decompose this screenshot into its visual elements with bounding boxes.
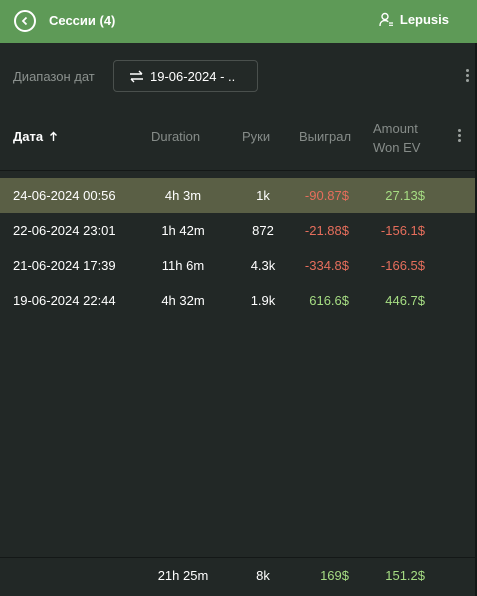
- cell-won: -90.87$: [304, 188, 349, 203]
- cell-hands: 872: [252, 223, 274, 238]
- cell-date: 24-06-2024 00:56: [13, 188, 116, 203]
- date-range-label: Диапазон дат: [13, 69, 95, 84]
- cell-date: 19-06-2024 22:44: [13, 293, 116, 308]
- column-won-ev-line1: Amount: [373, 121, 418, 136]
- table-row[interactable]: 21-06-2024 17:39 11h 6m 4.3k -334.8$ -16…: [0, 248, 475, 283]
- cell-duration: 4h 32m: [161, 293, 205, 308]
- table-totals: 21h 25m 8k 169$ 151.2$: [0, 558, 475, 596]
- user-icon: [379, 12, 393, 27]
- cell-date: 21-06-2024 17:39: [13, 258, 116, 273]
- date-range-value: 19-06-2024 - ..: [150, 68, 236, 84]
- cell-won: -334.8$: [304, 258, 349, 273]
- cell-won: 616.6$: [309, 293, 349, 308]
- column-won-ev-line2: Won EV: [373, 140, 421, 155]
- page-title: Сессии (4): [49, 13, 116, 28]
- swap-arrows-icon: [130, 70, 143, 82]
- column-date-label: Дата: [13, 129, 44, 144]
- cell-won-ev: -166.5$: [380, 258, 425, 273]
- column-hands[interactable]: Руки: [242, 129, 270, 144]
- cell-date: 22-06-2024 23:01: [13, 223, 116, 238]
- header-divider: [0, 170, 475, 171]
- filter-menu-icon[interactable]: [464, 69, 470, 85]
- cell-won-ev: 446.7$: [385, 293, 425, 308]
- table-row[interactable]: 22-06-2024 23:01 1h 42m 872 -21.88$ -156…: [0, 213, 475, 248]
- cell-duration: 11h 6m: [161, 258, 205, 273]
- table-header: Дата Duration Руки Выиграл Amount Won EV: [0, 118, 477, 158]
- table-row[interactable]: 24-06-2024 00:56 4h 3m 1k -90.87$ 27.13$: [0, 178, 475, 213]
- cell-won-ev: -156.1$: [380, 223, 425, 238]
- cell-won: -21.88$: [304, 223, 349, 238]
- cell-hands: 1.9k: [250, 293, 276, 308]
- cell-duration: 4h 3m: [164, 188, 202, 203]
- table-row[interactable]: 19-06-2024 22:44 4h 32m 1.9k 616.6$ 446.…: [0, 283, 475, 318]
- arrow-up-icon: [49, 131, 57, 141]
- user-name: Lepusis: [399, 12, 449, 27]
- date-range-button[interactable]: 19-06-2024 - ..: [113, 60, 258, 92]
- back-button[interactable]: [14, 10, 36, 32]
- chevron-left-icon: [21, 16, 28, 26]
- user-menu[interactable]: Lepusis: [379, 12, 449, 27]
- cell-hands: 4.3k: [250, 258, 276, 273]
- app-header: Сессии (4) Lepusis: [0, 0, 477, 43]
- column-won-ev[interactable]: Amount Won EV: [373, 119, 420, 157]
- column-duration[interactable]: Duration: [151, 129, 200, 144]
- filter-bar: Диапазон дат 19-06-2024 - ..: [0, 58, 477, 94]
- cell-hands: 1k: [256, 188, 270, 203]
- column-won[interactable]: Выиграл: [299, 129, 351, 144]
- cell-won-ev: 27.13$: [385, 188, 425, 203]
- total-won-ev: 151.2$: [385, 568, 425, 583]
- column-date[interactable]: Дата: [13, 129, 58, 144]
- total-hands: 8k: [256, 568, 270, 583]
- total-won: 169$: [320, 568, 349, 583]
- cell-duration: 1h 42m: [161, 223, 205, 238]
- column-menu-icon[interactable]: [456, 129, 462, 145]
- total-duration: 21h 25m: [157, 568, 209, 583]
